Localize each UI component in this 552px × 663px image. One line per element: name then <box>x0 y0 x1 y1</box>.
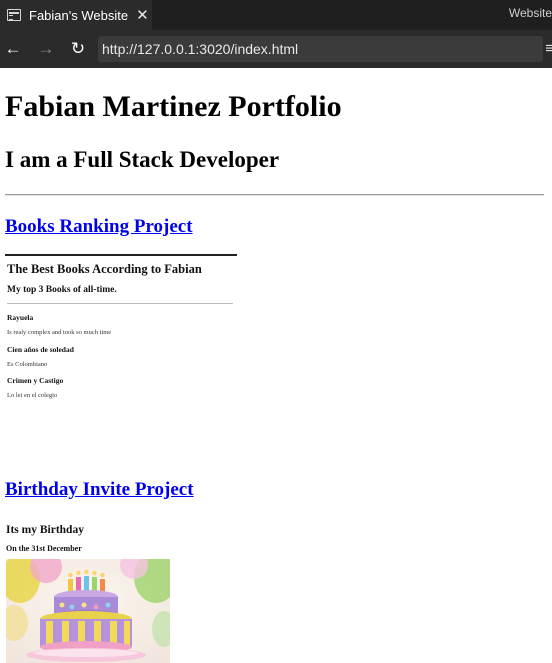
tab-title: Fabian's Website <box>29 7 129 23</box>
address-bar[interactable]: http://127.0.0.1:3020/index.html <box>98 36 543 62</box>
birthday-preview-title: Its my Birthday <box>6 524 84 536</box>
book-title: Rayuela <box>7 313 34 322</box>
page-subtitle: I am a Full Stack Developer <box>5 147 280 172</box>
birthday-preview-subtitle: On the 31st December <box>6 544 82 553</box>
book-description: Is realy complex and took so much time <box>7 329 112 336</box>
close-icon[interactable]: ✕ <box>136 6 149 24</box>
browser-toolbar: ← → ↻ http://127.0.0.1:3020/index.html ≡ <box>0 30 552 68</box>
books-preview-title: The Best Books According to Fabian <box>7 262 202 276</box>
book-description: Lo lei en el colegio <box>7 392 58 399</box>
page-icon <box>7 9 21 21</box>
url-text: http://127.0.0.1:3020/index.html <box>102 41 299 57</box>
book-title: Crimen y Castigo <box>7 376 64 385</box>
books-preview-divider <box>7 303 233 304</box>
birthday-project-preview: Its my Birthday On the 31st December <box>5 518 205 663</box>
divider <box>5 194 544 196</box>
tab-fabians-website[interactable]: Fabian's Website ✕ <box>0 0 152 30</box>
birthday-project-link[interactable]: Birthday Invite Project <box>5 479 194 501</box>
window-label: Website <box>508 6 552 20</box>
books-project-preview: The Best Books According to Fabian My to… <box>5 254 237 454</box>
forward-arrow-icon[interactable]: → <box>35 38 57 60</box>
tab-bar: Fabian's Website ✕ Website <box>0 0 552 30</box>
page-title: Fabian Martinez Portfolio <box>5 90 342 123</box>
books-project-link[interactable]: Books Ranking Project <box>5 216 193 238</box>
page-content: Fabian Martinez Portfolio I am a Full St… <box>0 68 552 663</box>
book-title: Cien años de soledad <box>7 345 74 354</box>
menu-icon[interactable]: ≡ <box>545 40 552 57</box>
back-arrow-icon[interactable]: ← <box>2 38 24 60</box>
books-preview-subtitle: My top 3 Books of all-time. <box>7 285 117 295</box>
birthday-cake-image <box>6 559 170 663</box>
reload-icon[interactable]: ↻ <box>67 38 89 60</box>
book-description: Es Colombiano <box>7 361 48 368</box>
